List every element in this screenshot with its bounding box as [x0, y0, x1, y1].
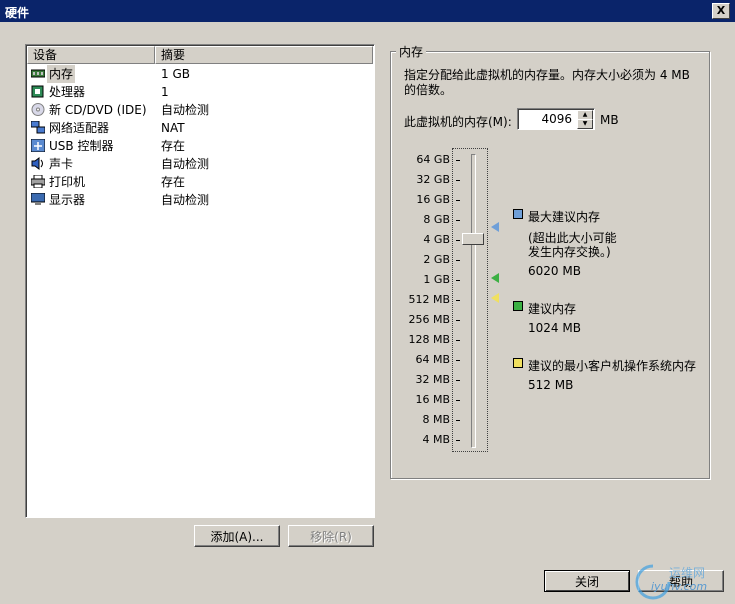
sound-icon	[31, 157, 43, 170]
scale-label: 8 MB	[422, 413, 450, 426]
device-row-memory[interactable]: 内存 1 GB	[29, 65, 373, 83]
network-adapter-icon	[31, 121, 45, 134]
remove-button[interactable]: 移除(R)	[288, 525, 374, 547]
device-summary: 1	[161, 85, 169, 99]
close-window-button[interactable]: X	[712, 3, 730, 19]
recommended-label: 建议内存	[528, 302, 577, 316]
device-row-sound-card[interactable]: 声卡 自动检测	[29, 155, 373, 173]
device-row-network-adapter[interactable]: 网络适配器 NAT	[29, 119, 373, 137]
device-row-cd-dvd[interactable]: 新 CD/DVD (IDE) 自动检测	[29, 101, 373, 119]
device-name: 声卡	[49, 157, 74, 171]
recommended-legend-icon	[513, 301, 523, 311]
column-header-summary[interactable]: 摘要	[155, 46, 373, 64]
scale-label: 64 MB	[415, 353, 450, 366]
scale-tick	[456, 340, 460, 341]
usb-icon	[31, 139, 45, 152]
max-recommended-label: 最大建议内存	[528, 210, 601, 224]
scale-label: 512 MB	[408, 293, 450, 306]
max-recommended-legend-icon	[513, 209, 523, 219]
device-name: 新 CD/DVD (IDE)	[49, 103, 147, 117]
scale-label: 1 GB	[423, 273, 450, 286]
min-guest-legend-icon	[513, 358, 523, 368]
scale-tick	[456, 420, 460, 421]
scale-tick	[456, 440, 460, 441]
max-recommended-note-cont: 发生内存交换。)	[528, 245, 611, 259]
min-guest-label: 建议的最小客户机操作系统内存	[528, 359, 697, 373]
scale-label: 8 GB	[423, 213, 450, 226]
scale-label: 16 MB	[415, 393, 450, 406]
scale-tick	[456, 200, 460, 201]
scale-tick	[456, 280, 460, 281]
device-row-printer[interactable]: 打印机 存在	[29, 173, 373, 191]
max-recommended-value: 6020 MB	[528, 264, 581, 278]
device-list[interactable]: 设备 摘要 内存 1 GB 处理器 1 新 CD/DVD (IDE) 自动检测 …	[25, 44, 375, 518]
device-summary: NAT	[161, 121, 185, 135]
watermark-logo: 运维网 iyunv.com	[633, 562, 733, 602]
device-summary: 1 GB	[161, 67, 190, 81]
watermark-url: iyunv.com	[651, 580, 708, 593]
scale-tick	[456, 220, 460, 221]
close-button[interactable]: 关闭	[544, 570, 630, 592]
scale-label: 2 GB	[423, 253, 450, 266]
scale-tick	[456, 360, 460, 361]
device-summary: 自动检测	[161, 103, 210, 117]
scale-label: 256 MB	[408, 313, 450, 326]
scale-tick	[456, 400, 460, 401]
memory-icon	[31, 69, 45, 78]
scale-tick	[456, 320, 460, 321]
device-summary: 存在	[161, 139, 186, 153]
min-guest-marker-icon	[491, 293, 499, 303]
scale-tick	[456, 160, 460, 161]
memory-slider-track[interactable]	[471, 154, 476, 448]
device-name: 打印机	[49, 175, 86, 189]
spinner-down-arrow-icon[interactable]: ▼	[577, 119, 593, 129]
scale-label: 4 GB	[423, 233, 450, 246]
add-button[interactable]: 添加(A)...	[194, 525, 280, 547]
scale-label: 4 MB	[422, 433, 450, 446]
device-summary: 自动检测	[161, 157, 210, 171]
watermark-text: 运维网	[669, 566, 706, 580]
memory-description-cont: 的倍数。	[404, 83, 453, 97]
scale-label: 32 GB	[416, 173, 450, 186]
scale-label: 128 MB	[408, 333, 450, 346]
recommended-value: 1024 MB	[528, 321, 581, 335]
device-name: 内存	[47, 65, 76, 83]
memory-unit: MB	[600, 113, 619, 127]
scale-tick	[456, 240, 460, 241]
recommended-marker-icon	[491, 273, 499, 283]
device-name: 处理器	[49, 85, 86, 99]
scale-tick	[456, 180, 460, 181]
max-recommended-marker-icon	[491, 222, 499, 232]
device-name: 网络适配器	[49, 121, 110, 135]
device-row-processor[interactable]: 处理器 1	[29, 83, 373, 101]
device-name: USB 控制器	[49, 139, 114, 153]
memory-field-label: 此虚拟机的内存(M):	[404, 115, 512, 129]
scale-tick	[456, 380, 460, 381]
device-name: 显示器	[49, 193, 86, 207]
scale-tick	[456, 260, 460, 261]
memory-spinner[interactable]: 4096 ▲ ▼	[517, 108, 595, 130]
column-header-device[interactable]: 设备	[27, 46, 155, 64]
title-bar: 硬件 X	[0, 0, 735, 22]
display-icon	[31, 193, 45, 205]
device-summary: 存在	[161, 175, 186, 189]
processor-icon	[31, 85, 44, 98]
device-summary: 自动检测	[161, 193, 210, 207]
min-guest-value: 512 MB	[528, 378, 574, 392]
cd-dvd-icon	[31, 103, 45, 116]
device-row-display[interactable]: 显示器 自动检测	[29, 191, 373, 209]
memory-group-label: 内存	[396, 43, 427, 60]
printer-icon	[31, 175, 45, 188]
scale-tick	[456, 300, 460, 301]
device-list-header: 设备 摘要	[27, 46, 373, 64]
memory-slider-thumb[interactable]	[462, 233, 484, 245]
scale-label: 64 GB	[416, 153, 450, 166]
window-title: 硬件	[5, 6, 30, 20]
device-row-usb-controller[interactable]: USB 控制器 存在	[29, 137, 373, 155]
memory-value[interactable]: 4096	[541, 112, 572, 126]
scale-label: 16 GB	[416, 193, 450, 206]
scale-label: 32 MB	[415, 373, 450, 386]
